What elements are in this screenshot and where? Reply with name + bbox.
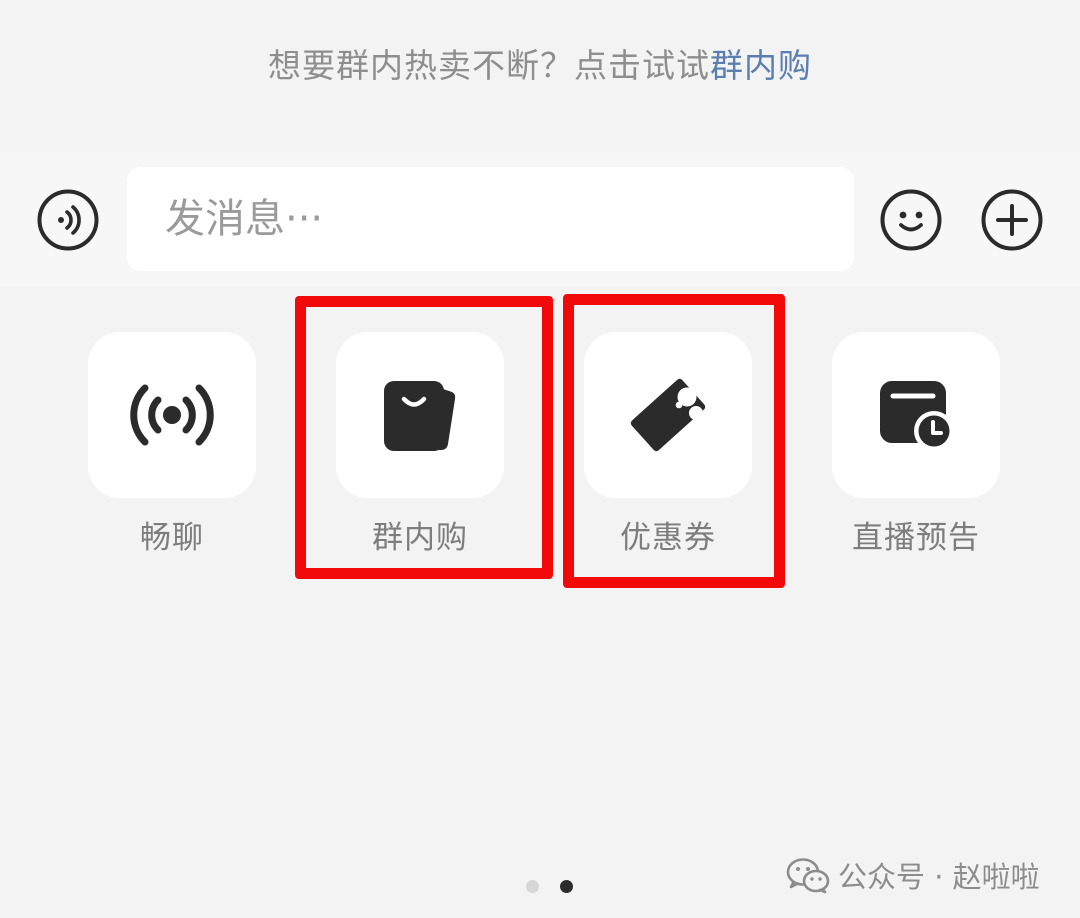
tool-chat[interactable]: 畅聊 (88, 332, 256, 558)
tool-chat-label: 畅聊 (140, 520, 204, 556)
broadcast-icon (130, 384, 214, 446)
watermark: 公众号 · 赵啦啦 (786, 852, 1040, 898)
tool-chat-tile[interactable] (88, 332, 256, 498)
emoji-button[interactable] (880, 189, 942, 251)
more-button[interactable] (981, 189, 1043, 251)
voice-icon (37, 189, 99, 251)
highlight-box-group-buy (295, 296, 553, 579)
highlight-box-coupon (563, 294, 785, 588)
page-dot-1[interactable] (526, 880, 539, 893)
page-indicator (526, 880, 578, 894)
tool-live-preview[interactable]: 直播预告 (832, 332, 1000, 558)
wechat-icon (786, 858, 830, 894)
live-schedule-icon (880, 381, 954, 451)
plus-icon (981, 189, 1043, 251)
promo-banner: 想要群内热卖不断？点击试试群内购 (0, 42, 1080, 90)
voice-button[interactable] (37, 189, 99, 251)
message-input[interactable] (127, 167, 854, 271)
emoji-icon (880, 189, 942, 251)
tool-live-preview-label: 直播预告 (852, 520, 980, 556)
watermark-text: 公众号 · 赵啦啦 (838, 860, 1040, 894)
tool-live-preview-tile[interactable] (832, 332, 1000, 498)
group-buy-link[interactable]: 群内购 (710, 46, 812, 85)
promo-text: 想要群内热卖不断？点击试试 (268, 46, 710, 85)
page-dot-2-active[interactable] (560, 880, 573, 893)
